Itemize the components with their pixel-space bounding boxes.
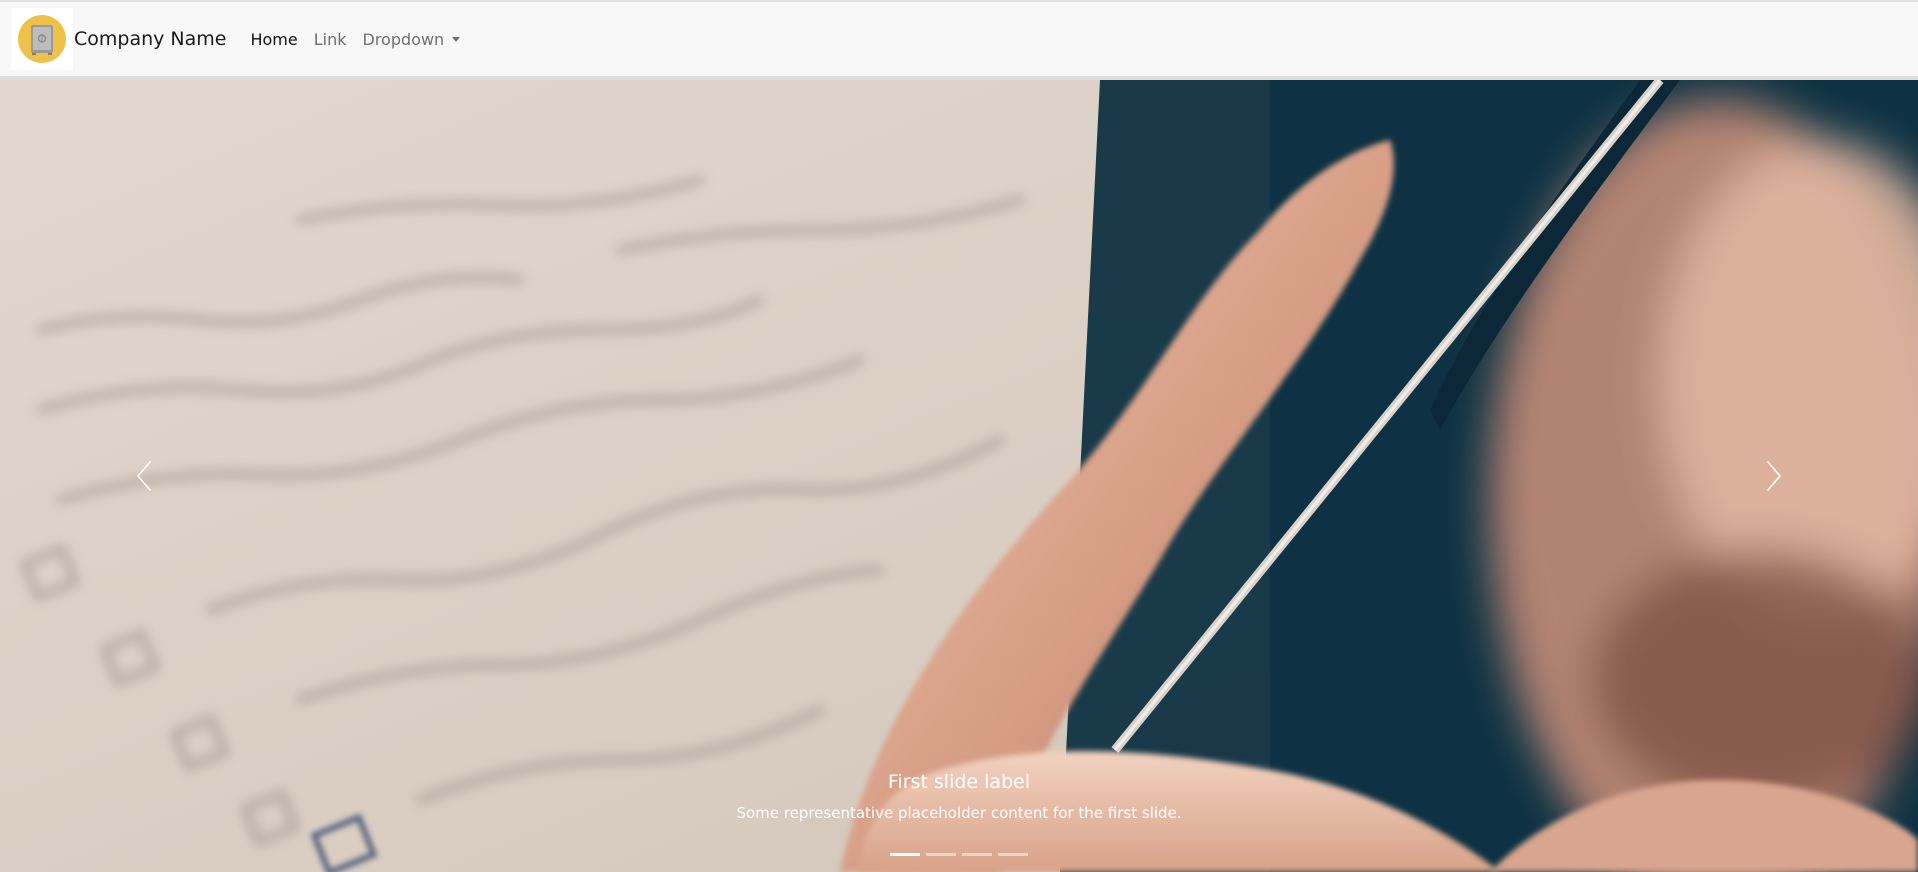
- nav-link-link[interactable]: Link: [314, 30, 347, 49]
- carousel-indicator-3[interactable]: [962, 853, 992, 856]
- chevron-left-icon: [137, 461, 151, 491]
- caption-title: First slide label: [887, 771, 1031, 793]
- caret-down-icon: [452, 36, 461, 42]
- company-logo: [11, 8, 73, 70]
- nav-links: Home Link Dropdown: [250, 30, 476, 49]
- caption-text: Some representative placeholder content …: [736, 804, 1182, 822]
- carousel-indicator-2[interactable]: [926, 853, 956, 856]
- carousel-indicators: [0, 853, 1918, 856]
- hero-carousel: First slide label Some representative pl…: [0, 80, 1918, 872]
- safe-icon: [18, 15, 66, 63]
- chevron-right-icon: [1767, 461, 1781, 491]
- navbar-brand[interactable]: Company Name: [11, 8, 226, 70]
- carousel-indicator-4[interactable]: [998, 853, 1028, 856]
- nav-dropdown-label: Dropdown: [362, 29, 445, 49]
- carousel-indicator-1[interactable]: [890, 853, 920, 856]
- nav-dropdown-toggle[interactable]: Dropdown: [363, 30, 461, 49]
- carousel-next-button[interactable]: [1630, 80, 1918, 872]
- carousel-prev-button[interactable]: [0, 80, 288, 872]
- navbar: Company Name Home Link Dropdown: [0, 0, 1918, 80]
- nav-link-home[interactable]: Home: [250, 30, 297, 49]
- brand-name: Company Name: [74, 28, 227, 50]
- carousel-caption: First slide label Some representative pl…: [0, 768, 1918, 822]
